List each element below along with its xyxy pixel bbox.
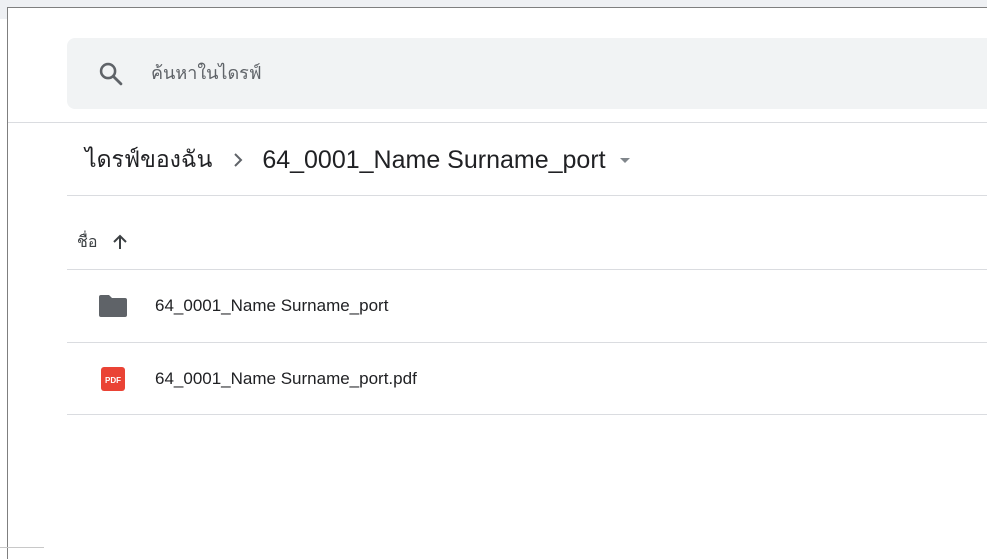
breadcrumb: ไดรฟ์ของฉัน 64_0001_Name Surname_port <box>79 140 636 180</box>
breadcrumb-current-folder[interactable]: 64_0001_Name Surname_port <box>256 142 635 179</box>
row-divider <box>67 414 987 415</box>
search-input[interactable] <box>151 56 851 90</box>
breadcrumb-my-drive[interactable]: ไดรฟ์ของฉัน <box>79 138 218 182</box>
file-name: 64_0001_Name Surname_port <box>155 296 389 315</box>
search-icon[interactable] <box>97 60 125 88</box>
header-divider <box>8 122 987 123</box>
arrow-up-icon[interactable] <box>111 233 129 251</box>
chevron-right-icon <box>234 153 243 167</box>
breadcrumb-current-label: 64_0001_Name Surname_port <box>262 145 606 174</box>
screenshot-frame: ไดรฟ์ของฉัน 64_0001_Name Surname_port ชื… <box>0 0 987 559</box>
folder-icon <box>97 290 129 322</box>
drive-content: ไดรฟ์ของฉัน 64_0001_Name Surname_port ชื… <box>8 8 987 559</box>
svg-text:PDF: PDF <box>105 376 121 385</box>
name-column-label: ชื่อ <box>77 231 98 251</box>
search-bar[interactable] <box>67 38 987 109</box>
file-row-folder[interactable]: 64_0001_Name Surname_port <box>67 270 987 342</box>
column-header-name[interactable]: ชื่อ <box>77 230 129 254</box>
file-row-pdf[interactable]: PDF 64_0001_Name Surname_port.pdf <box>67 343 987 415</box>
pdf-icon: PDF <box>97 363 129 395</box>
file-name: 64_0001_Name Surname_port.pdf <box>155 369 417 388</box>
caret-down-icon[interactable] <box>618 153 632 167</box>
breadcrumb-divider <box>67 195 987 196</box>
window-edge-tick <box>0 547 44 548</box>
